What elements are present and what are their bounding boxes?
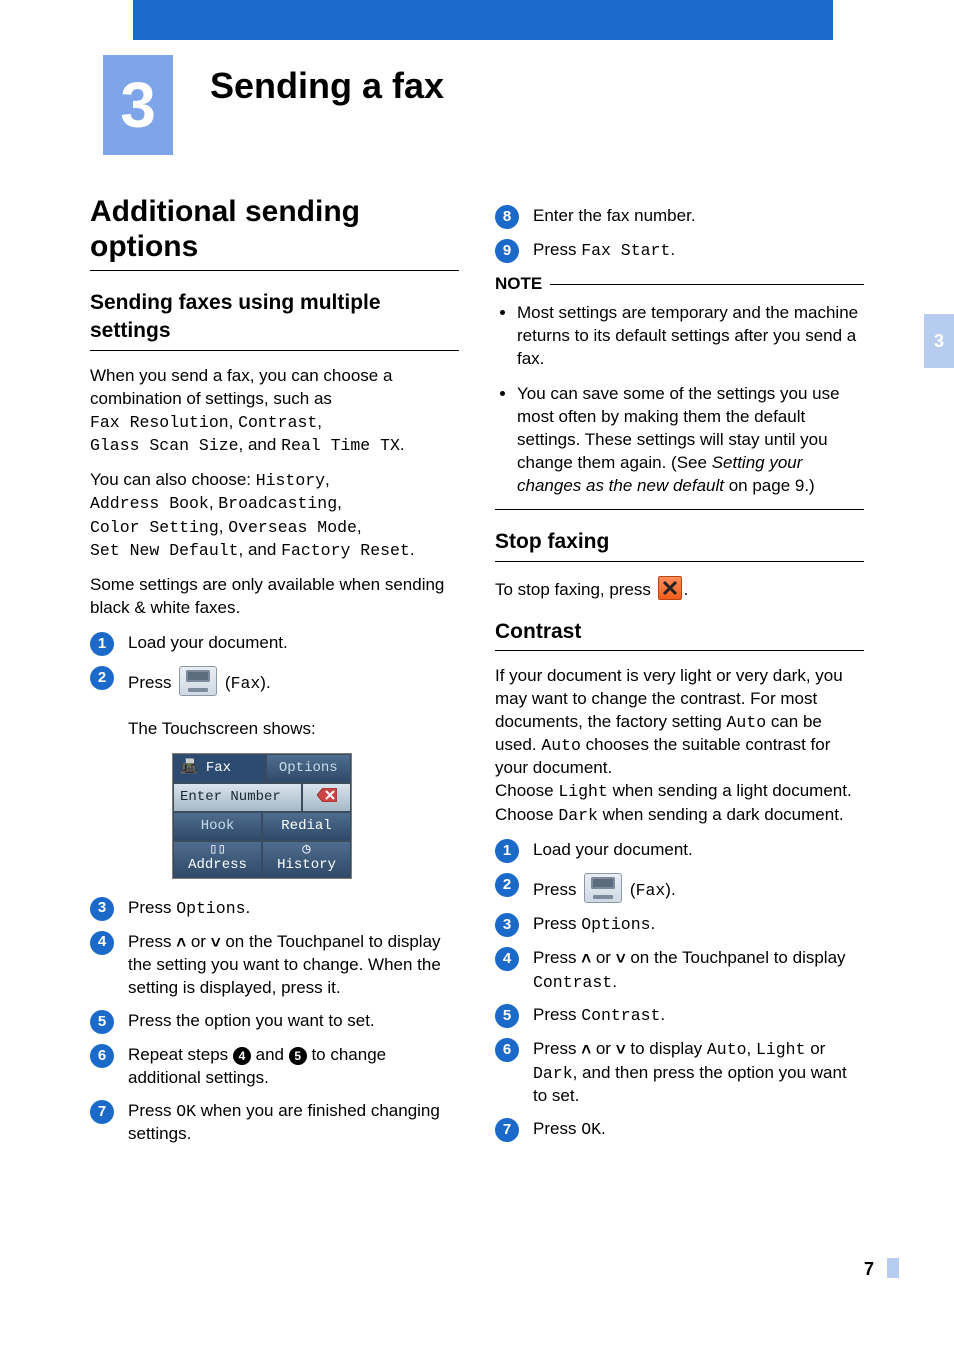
intro-paragraph-3: Some settings are only available when se…	[90, 574, 459, 620]
step-ref-4: 4	[233, 1047, 251, 1065]
contrast-paragraph-1: If your document is very light or very d…	[495, 665, 864, 827]
backspace-icon	[302, 783, 351, 812]
step-number-9: 9	[495, 239, 519, 263]
subsection-stop-faxing: Stop faxing	[495, 528, 864, 561]
ts-title: 📠 Fax	[173, 754, 266, 783]
touchscreen-mock: 📠 Fax Options Enter Number Hook Redial	[172, 753, 352, 879]
step-number-2: 2	[90, 666, 114, 690]
list-item: 7 Press OK when you are finished changin…	[90, 1100, 459, 1146]
list-item: 3 Press Options.	[495, 913, 864, 937]
page-number: 7	[864, 1259, 874, 1280]
step-number-4: 4	[90, 931, 114, 955]
cancel-icon	[658, 576, 682, 600]
page: 3 Sending a fax 3 Additional sending opt…	[0, 0, 954, 1350]
ts-options: Options	[266, 754, 351, 783]
step-number-6: 6	[495, 1038, 519, 1062]
step-number-6: 6	[90, 1044, 114, 1068]
list-item: 4 Press ˄ or ˅ on the Touchpanel to disp…	[495, 947, 864, 994]
list-item: 5 Press the option you want to set.	[90, 1010, 459, 1034]
step-number-7: 7	[495, 1118, 519, 1142]
list-item: 9 Press Fax Start.	[495, 239, 864, 263]
step-ref-5: 5	[289, 1047, 307, 1065]
section-heading: Additional sending options	[90, 195, 459, 271]
list-item: 6 Repeat steps 4 and 5 to change additio…	[90, 1044, 459, 1090]
ts-address: ▯▯ Address	[173, 841, 262, 878]
ts-hook: Hook	[173, 812, 262, 841]
list-item: 7 Press OK.	[495, 1118, 864, 1142]
chevron-up-icon: ˄	[581, 948, 591, 971]
intro-paragraph-1: When you send a fax, you can choose a co…	[90, 365, 459, 457]
note-box: NOTE Most settings are temporary and the…	[495, 273, 864, 510]
stop-faxing-text: To stop faxing, press .	[495, 576, 864, 602]
chapter-number-box: 3	[103, 55, 173, 155]
list-item: 1 Load your document.	[90, 632, 459, 656]
step-number-3: 3	[90, 897, 114, 921]
step-number-8: 8	[495, 205, 519, 229]
step-number-1: 1	[495, 839, 519, 863]
touchscreen-caption: The Touchscreen shows:	[128, 718, 459, 741]
note-title: NOTE	[495, 273, 542, 296]
step-number-2: 2	[495, 873, 519, 897]
list-item: 2 Press (Fax). The Touchscreen shows: 📠 …	[90, 666, 459, 887]
chapter-number: 3	[120, 68, 156, 142]
clock-icon: ◷	[269, 844, 344, 856]
list-item: 3 Press Options.	[90, 897, 459, 921]
chevron-up-icon: ˄	[581, 1039, 591, 1062]
note-item: You can save some of the settings you us…	[517, 383, 864, 498]
step-number-4: 4	[495, 947, 519, 971]
intro-paragraph-2: You can also choose: History, Address Bo…	[90, 469, 459, 562]
left-column: Additional sending options Sending faxes…	[90, 195, 459, 1240]
list-item: 1 Load your document.	[495, 839, 864, 863]
list-item: 5 Press Contrast.	[495, 1004, 864, 1028]
side-tab-number: 3	[934, 331, 944, 352]
content-columns: Additional sending options Sending faxes…	[90, 195, 864, 1240]
chevron-down-icon: ˅	[211, 932, 221, 955]
subsection-multiple-settings: Sending faxes using multiple settings	[90, 289, 459, 351]
side-tab: 3	[924, 314, 954, 368]
chevron-down-icon: ˅	[616, 1039, 626, 1062]
note-item: Most settings are temporary and the mach…	[517, 302, 864, 371]
top-bar	[133, 0, 833, 40]
fax-icon	[584, 873, 622, 903]
list-item: 8 Enter the fax number.	[495, 205, 864, 229]
page-number-accent	[887, 1258, 899, 1278]
chapter-title: Sending a fax	[210, 65, 444, 107]
right-column: 8 Enter the fax number. 9 Press Fax Star…	[495, 195, 864, 1240]
list-item: 2 Press (Fax).	[495, 873, 864, 903]
address-book-icon: ▯▯	[180, 844, 255, 856]
step-number-1: 1	[90, 632, 114, 656]
list-item: 6 Press ˄ or ˅ to display Auto, Light or…	[495, 1038, 864, 1108]
step-number-3: 3	[495, 913, 519, 937]
list-item: 4 Press ˄ or ˅ on the Touchpanel to disp…	[90, 931, 459, 1001]
chevron-up-icon: ˄	[176, 932, 186, 955]
fax-icon	[179, 666, 217, 696]
subsection-contrast: Contrast	[495, 618, 864, 651]
ts-history: ◷ History	[262, 841, 351, 878]
ts-enter-number: Enter Number	[173, 783, 302, 812]
step-number-5: 5	[90, 1010, 114, 1034]
ts-redial: Redial	[262, 812, 351, 841]
step-number-7: 7	[90, 1100, 114, 1124]
step-number-5: 5	[495, 1004, 519, 1028]
chevron-down-icon: ˅	[616, 948, 626, 971]
